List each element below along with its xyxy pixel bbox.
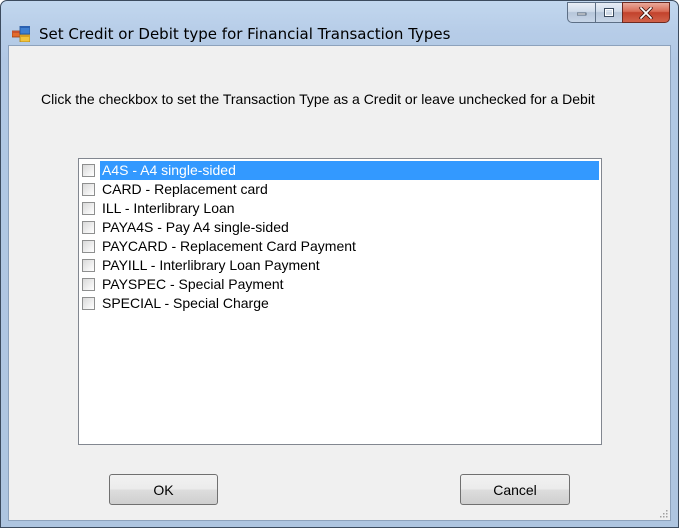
list-item-label: PAYSPEC - Special Payment: [102, 276, 284, 292]
maximize-icon: [603, 7, 614, 17]
list-item[interactable]: A4S - A4 single-sided: [81, 161, 599, 180]
window-title: Set Credit or Debit type for Financial T…: [39, 25, 451, 43]
cancel-button[interactable]: Cancel: [460, 474, 570, 505]
list-item[interactable]: PAYCARD - Replacement Card Payment: [81, 237, 599, 256]
maximize-button[interactable]: [595, 2, 622, 23]
list-item-label: PAYCARD - Replacement Card Payment: [102, 238, 356, 254]
form-icon: [12, 26, 30, 42]
list-item[interactable]: SPECIAL - Special Charge: [81, 294, 599, 313]
list-item-label: A4S - A4 single-sided: [100, 161, 599, 180]
list-item-label: SPECIAL - Special Charge: [102, 295, 269, 311]
credit-checkbox[interactable]: [82, 240, 95, 253]
caption-buttons: [567, 2, 670, 23]
minimize-button[interactable]: [567, 2, 595, 23]
list-item-label: PAYA4S - Pay A4 single-sided: [102, 219, 289, 235]
minimize-icon: [576, 12, 586, 15]
credit-checkbox[interactable]: [82, 297, 95, 310]
close-icon: [639, 6, 653, 19]
list-item-label: CARD - Replacement card: [102, 181, 268, 197]
list-item[interactable]: PAYSPEC - Special Payment: [81, 275, 599, 294]
list-item[interactable]: PAYILL - Interlibrary Loan Payment: [81, 256, 599, 275]
list-item[interactable]: ILL - Interlibrary Loan: [81, 199, 599, 218]
resize-grip-icon[interactable]: [658, 508, 668, 518]
dialog-window: Set Credit or Debit type for Financial T…: [0, 0, 679, 528]
list-item-label: ILL - Interlibrary Loan: [102, 200, 235, 216]
title-bar[interactable]: Set Credit or Debit type for Financial T…: [1, 1, 678, 45]
credit-checkbox[interactable]: [82, 278, 95, 291]
credit-checkbox[interactable]: [82, 221, 95, 234]
list-item[interactable]: PAYA4S - Pay A4 single-sided: [81, 218, 599, 237]
credit-checkbox[interactable]: [82, 183, 95, 196]
transaction-type-checklist[interactable]: A4S - A4 single-sided CARD - Replacement…: [78, 158, 602, 445]
credit-checkbox[interactable]: [82, 259, 95, 272]
list-item[interactable]: CARD - Replacement card: [81, 180, 599, 199]
list-item-label: PAYILL - Interlibrary Loan Payment: [102, 257, 320, 273]
credit-checkbox[interactable]: [82, 164, 95, 177]
dialog-client-area: Click the checkbox to set the Transactio…: [8, 45, 671, 521]
credit-checkbox[interactable]: [82, 202, 95, 215]
close-button[interactable]: [622, 2, 670, 23]
ok-button[interactable]: OK: [109, 474, 218, 505]
instruction-text: Click the checkbox to set the Transactio…: [41, 91, 595, 107]
